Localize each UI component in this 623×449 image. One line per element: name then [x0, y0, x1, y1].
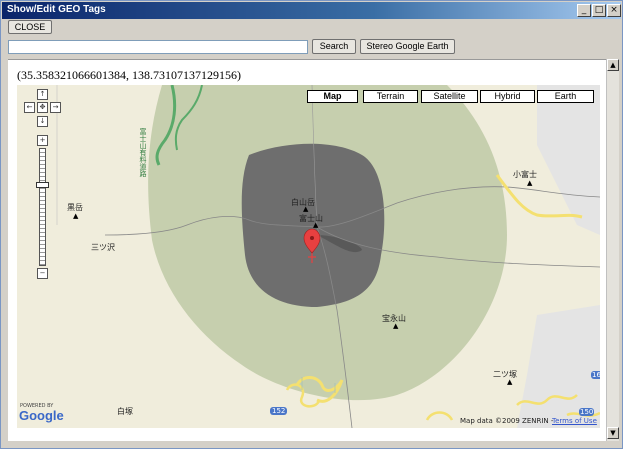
route-marker-152: 152 — [270, 407, 288, 415]
label-mitsuzawa: 三ツ沢 — [91, 243, 115, 252]
maptype-hybrid[interactable]: Hybrid — [480, 90, 535, 103]
route-marker-16: 16 — [591, 371, 600, 379]
scroll-up-icon[interactable]: ▲ — [607, 59, 619, 71]
zoom-in-icon[interactable]: + — [37, 135, 48, 146]
search-button[interactable]: Search — [312, 39, 356, 54]
zoom-slider-handle[interactable] — [36, 182, 49, 188]
terms-of-use-link[interactable]: Terms of Use — [552, 417, 597, 425]
app-window: Show/Edit GEO Tags _ □ × CLOSE Search St… — [0, 0, 623, 449]
route-marker-150: 150 — [579, 408, 595, 416]
zoom-slider[interactable] — [39, 148, 46, 266]
label-futatsuzuka: 二ツ塚 — [493, 370, 517, 379]
label-hoeizan: 宝永山 — [382, 314, 406, 323]
google-logo[interactable]: Google — [19, 408, 64, 423]
maptype-earth[interactable]: Earth — [537, 90, 594, 103]
label-kofuji: 小富士 — [513, 170, 537, 179]
pan-left-icon[interactable]: ← — [24, 102, 35, 113]
minimize-button[interactable]: _ — [577, 4, 591, 17]
label-hakusan: 白山岳 — [291, 198, 315, 207]
window-title: Show/Edit GEO Tags — [7, 4, 106, 15]
label-shiratsuka: 白塚 — [117, 407, 133, 416]
scroll-down-icon[interactable]: ▼ — [607, 427, 619, 439]
maptype-terrain[interactable]: Terrain — [363, 90, 418, 103]
map-panel: (35.358321066601384, 138.73107137129156) — [8, 59, 618, 441]
title-bar: Show/Edit GEO Tags _ □ × — [2, 2, 621, 19]
peak-icon: ▲ — [73, 212, 79, 220]
zoom-out-icon[interactable]: − — [37, 268, 48, 279]
peak-icon: ▲ — [527, 179, 533, 187]
map-view[interactable]: Map Terrain Satellite Hybrid Earth ↑ ← ✥… — [17, 85, 600, 428]
maptype-satellite[interactable]: Satellite — [421, 90, 478, 103]
vertical-scrollbar[interactable]: ▲ ▼ — [606, 59, 619, 441]
search-input[interactable] — [8, 40, 308, 54]
pan-down-icon[interactable]: ↓ — [37, 116, 48, 127]
pan-center-icon[interactable]: ✥ — [37, 102, 48, 113]
maptype-map[interactable]: Map — [307, 90, 358, 103]
close-window-button[interactable]: × — [607, 4, 621, 17]
label-kurodake: 黒岳 — [67, 203, 83, 212]
label-fujisan: 富士山 — [299, 214, 323, 223]
pan-right-icon[interactable]: → — [50, 102, 61, 113]
pan-up-icon[interactable]: ↑ — [37, 89, 48, 100]
road-label: 富士山有料道路 — [139, 128, 147, 177]
coordinates-readout: (35.358321066601384, 138.73107137129156) — [17, 68, 241, 82]
stereo-google-earth-button[interactable]: Stereo Google Earth — [360, 39, 455, 54]
map-attribution: Map data ©2009 ZENRIN - — [460, 417, 554, 425]
close-button[interactable]: CLOSE — [8, 20, 52, 34]
maximize-button[interactable]: □ — [592, 4, 606, 17]
